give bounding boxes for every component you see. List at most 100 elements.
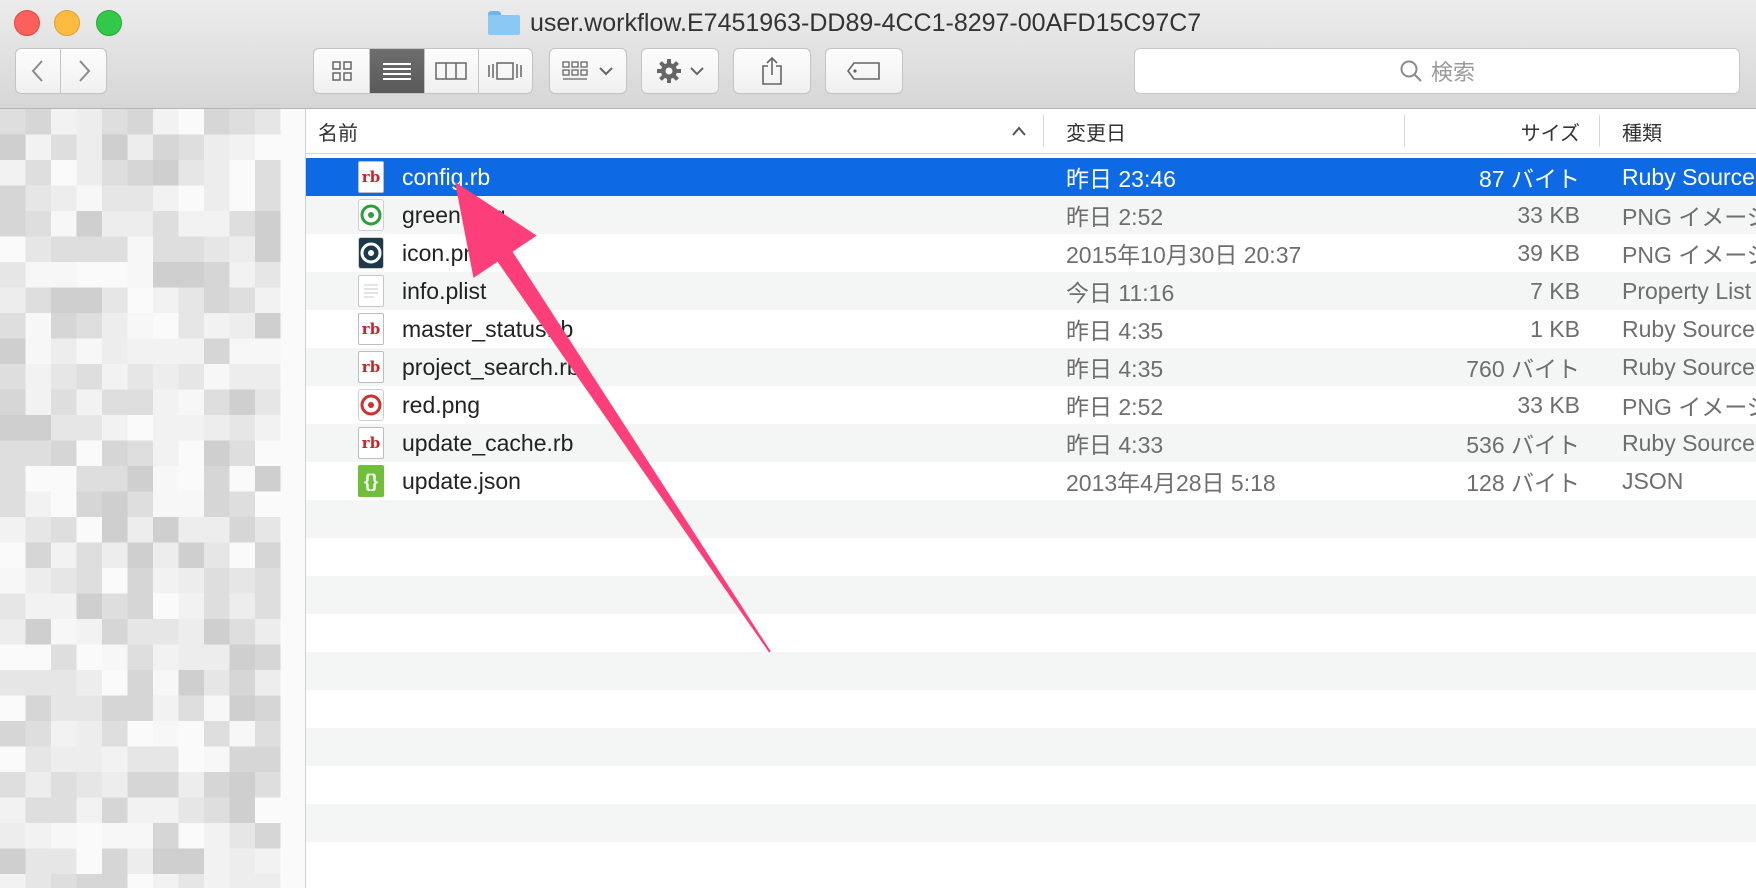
file-date: 今日 11:16	[1066, 280, 1175, 306]
coverflow-view-icon	[488, 62, 522, 80]
empty-row	[306, 538, 1756, 576]
ruby-file-icon: rb	[358, 161, 384, 193]
file-date: 昨日 2:52	[1066, 204, 1164, 230]
file-row[interactable]: icon.png 2015年10月30日 20:37 39 KB PNG イメー…	[306, 234, 1756, 272]
coverflow-view-button[interactable]	[479, 49, 533, 93]
file-kind: Property List	[1622, 277, 1752, 304]
icon-view-button[interactable]	[314, 49, 371, 93]
file-date: 昨日 4:33	[1066, 432, 1164, 458]
forward-button[interactable]	[61, 49, 106, 93]
file-name: update_cache.rb	[402, 429, 574, 456]
finder-window: user.workflow.E7451963-DD89-4CC1-8297-00…	[0, 0, 1756, 888]
empty-row	[306, 728, 1756, 766]
column-divider[interactable]	[1404, 115, 1405, 147]
file-date: 昨日 2:52	[1066, 394, 1164, 420]
file-rows: rb config.rb 昨日 23:46 87 バイト Ruby Source…	[306, 158, 1756, 880]
icon-view-icon	[331, 61, 352, 81]
file-row[interactable]: rb config.rb 昨日 23:46 87 バイト Ruby Source	[306, 158, 1756, 196]
column-view-icon	[435, 62, 467, 80]
file-size: 87 バイト	[1479, 166, 1580, 192]
tag-button[interactable]	[825, 48, 903, 94]
share-icon	[762, 56, 782, 85]
file-name: red.png	[402, 391, 481, 418]
gear-icon	[657, 59, 681, 83]
view-mode-control	[313, 48, 533, 94]
column-view-button[interactable]	[425, 49, 479, 93]
action-button[interactable]	[641, 48, 719, 94]
search-placeholder: 検索	[1430, 60, 1475, 85]
column-divider[interactable]	[1599, 115, 1600, 147]
sidebar-blurred-content	[0, 109, 305, 888]
file-name: info.plist	[402, 277, 487, 304]
search-icon	[1400, 60, 1422, 82]
empty-row	[306, 690, 1756, 728]
list-header: 名前 変更日 サイズ 種類	[306, 109, 1756, 154]
back-button[interactable]	[16, 49, 62, 93]
file-row[interactable]: info.plist 今日 11:16 7 KB Property List	[306, 272, 1756, 310]
chevron-left-icon	[31, 60, 43, 82]
empty-row	[306, 842, 1756, 880]
file-kind: PNG イメージ	[1622, 204, 1756, 230]
list-view-button[interactable]	[370, 49, 425, 93]
file-kind: Ruby Source	[1622, 315, 1755, 342]
column-header-date-label: 変更日	[1066, 122, 1126, 145]
toolbar: user.workflow.E7451963-DD89-4CC1-8297-00…	[0, 0, 1756, 109]
file-row[interactable]: {} update.json 2013年4月28日 5:18 128 バイト J…	[306, 462, 1756, 500]
file-row[interactable]: rb master_status.rb 昨日 4:35 1 KB Ruby So…	[306, 310, 1756, 348]
empty-row	[306, 766, 1756, 804]
empty-row	[306, 614, 1756, 652]
file-name: project_search.rb	[402, 353, 580, 380]
minimize-window-button[interactable]	[54, 10, 80, 36]
column-header-name-label: 名前	[318, 122, 358, 145]
file-size: 1 KB	[1530, 315, 1580, 342]
share-button[interactable]	[733, 48, 811, 94]
column-divider[interactable]	[1043, 115, 1044, 147]
file-size: 760 バイト	[1466, 356, 1580, 382]
file-kind: JSON	[1622, 467, 1684, 494]
file-kind: Ruby Source	[1622, 163, 1755, 190]
column-header-date[interactable]: 変更日	[1066, 109, 1386, 153]
file-date: 昨日 4:35	[1066, 356, 1164, 382]
ruby-file-icon: rb	[358, 313, 384, 345]
sort-ascending-icon	[1012, 126, 1026, 136]
file-size: 536 バイト	[1466, 432, 1580, 458]
zoom-window-button[interactable]	[96, 10, 122, 36]
json-file-icon: {}	[358, 465, 384, 497]
nav-buttons	[15, 48, 107, 94]
file-size: 7 KB	[1530, 277, 1580, 304]
file-row[interactable]: rb project_search.rb 昨日 4:35 760 バイト Rub…	[306, 348, 1756, 386]
chevron-right-icon	[78, 60, 90, 82]
empty-row	[306, 652, 1756, 690]
window-title: user.workflow.E7451963-DD89-4CC1-8297-00…	[488, 6, 1201, 40]
arrange-button[interactable]	[549, 48, 627, 94]
column-header-name[interactable]: 名前	[318, 109, 1058, 153]
window-title-text: user.workflow.E7451963-DD89-4CC1-8297-00…	[530, 8, 1202, 37]
close-window-button[interactable]	[14, 10, 40, 36]
file-size: 33 KB	[1517, 201, 1580, 228]
chevron-down-icon	[690, 67, 704, 76]
ruby-file-icon: rb	[358, 351, 384, 383]
png-green-icon	[358, 199, 384, 231]
file-kind: Ruby Source	[1622, 429, 1755, 456]
file-size: 33 KB	[1517, 391, 1580, 418]
file-size: 39 KB	[1517, 239, 1580, 266]
file-name: master_status.rb	[402, 315, 574, 342]
file-date: 2015年10月30日 20:37	[1066, 242, 1302, 268]
column-header-size-label: サイズ	[1520, 122, 1580, 145]
list-view-icon	[383, 63, 412, 80]
column-header-size[interactable]: サイズ	[1406, 109, 1580, 153]
file-row[interactable]: green.png 昨日 2:52 33 KB PNG イメージ	[306, 196, 1756, 234]
empty-row	[306, 500, 1756, 538]
png-dark-icon	[358, 237, 384, 269]
file-kind: PNG イメージ	[1622, 242, 1756, 268]
file-name: update.json	[402, 467, 521, 494]
file-row[interactable]: rb update_cache.rb 昨日 4:33 536 バイト Ruby …	[306, 424, 1756, 462]
ruby-file-icon: rb	[358, 427, 384, 459]
search-field[interactable]: 検索	[1134, 48, 1740, 94]
file-row[interactable]: red.png 昨日 2:52 33 KB PNG イメージ	[306, 386, 1756, 424]
column-header-kind[interactable]: 種類	[1622, 109, 1756, 153]
file-size: 128 バイト	[1466, 470, 1580, 496]
file-list: 名前 変更日 サイズ 種類 rb config.rb 昨日 23:46 87 バ…	[306, 109, 1756, 888]
file-date: 昨日 23:46	[1066, 166, 1176, 192]
sidebar	[0, 109, 306, 888]
